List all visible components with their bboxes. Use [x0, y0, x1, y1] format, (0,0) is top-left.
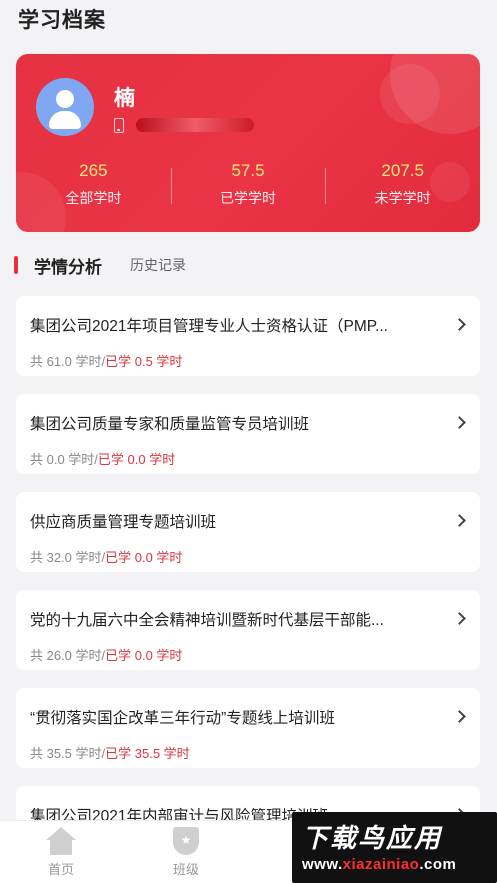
tab-class[interactable]: 班级 — [151, 827, 221, 878]
stat-value: 57.5 — [231, 161, 265, 180]
stat-label: 未学学时 — [374, 190, 431, 206]
course-hours: 共 61.0 学时/已学 0.5 学时 — [30, 351, 182, 370]
stat-value: 265 — [79, 161, 108, 180]
phone-icon — [114, 117, 124, 133]
avatar[interactable] — [36, 78, 94, 136]
chevron-right-icon — [453, 416, 466, 429]
tab-home[interactable]: 首页 — [26, 827, 96, 878]
course-title: 党的十九届六中全会精神培训暨新时代基层干部能... — [30, 612, 384, 629]
chevron-right-icon — [453, 612, 466, 625]
course-learned-hours: 已学 0.5 学时 — [105, 354, 183, 369]
tab-label: 首页 — [47, 862, 74, 877]
stat-unlearned-hours: 207.5 未学学时 — [325, 160, 480, 216]
page-title: 学习档案 — [18, 9, 106, 32]
watermark-title: 下载鸟应用 — [302, 823, 443, 853]
decor-bubble — [380, 64, 440, 124]
tab-label: 班级 — [172, 862, 199, 877]
course-hours: 共 0.0 学时/已学 0.0 学时 — [30, 449, 175, 468]
course-total-hours: 共 26.0 学时/ — [30, 648, 106, 663]
course-hours: 共 26.0 学时/已学 0.0 学时 — [30, 645, 182, 664]
section-header: 学情分析 历史记录 — [14, 252, 186, 278]
home-icon — [46, 827, 76, 855]
course-card[interactable]: 供应商质量管理专题培训班 共 32.0 学时/已学 0.0 学时 — [16, 492, 480, 572]
stat-total-hours: 265 全部学时 — [16, 160, 171, 216]
chevron-right-icon — [453, 514, 466, 527]
tab-study-analysis[interactable]: 学情分析 — [34, 253, 102, 278]
course-title: 供应商质量管理专题培训班 — [30, 514, 217, 531]
course-card[interactable]: “贯彻落实国企改革三年行动”专题线上培训班 共 35.5 学时/已学 35.5 … — [16, 688, 480, 768]
avatar-body-icon — [49, 111, 81, 129]
course-card[interactable]: 集团公司2021年项目管理专业人士资格认证（PMP... 共 61.0 学时/已… — [16, 296, 480, 376]
avatar-head-icon — [56, 90, 74, 108]
course-total-hours: 共 32.0 学时/ — [30, 550, 106, 565]
chevron-right-icon — [453, 318, 466, 331]
phone-number-masked — [136, 118, 254, 132]
shield-icon — [173, 827, 199, 855]
course-hours: 共 32.0 学时/已学 0.0 学时 — [30, 547, 182, 566]
course-learned-hours: 已学 0.0 学时 — [105, 648, 183, 663]
course-learned-hours: 已学 0.0 学时 — [97, 452, 176, 467]
course-hours: 共 35.5 学时/已学 35.5 学时 — [30, 743, 190, 762]
stat-label: 全部学时 — [65, 190, 122, 206]
stat-label: 已学学时 — [220, 190, 276, 206]
profile-card: 楠 265 全部学时 57.5 已学学时 207.5 未学学时 — [16, 54, 480, 232]
course-card[interactable]: 党的十九届六中全会精神培训暨新时代基层干部能... 共 26.0 学时/已学 0… — [16, 590, 480, 670]
course-title: 集团公司2021年项目管理专业人士资格认证（PMP... — [30, 318, 388, 335]
tab-history[interactable]: 历史记录 — [130, 255, 186, 275]
watermark-url: www.xiazainiao.com — [302, 856, 457, 873]
study-hours-stats: 265 全部学时 57.5 已学学时 207.5 未学学时 — [16, 160, 480, 216]
course-card[interactable]: 集团公司质量专家和质量监管专员培训班 共 0.0 学时/已学 0.0 学时 — [16, 394, 480, 474]
section-accent-bar — [14, 256, 18, 274]
stat-learned-hours: 57.5 已学学时 — [170, 160, 326, 216]
watermark-logo: 下载鸟应用 www.xiazainiao.com — [292, 812, 497, 883]
course-title: “贯彻落实国企改革三年行动”专题线上培训班 — [30, 710, 335, 727]
user-name: 楠 — [114, 87, 135, 110]
course-total-hours: 共 0.0 学时/ — [30, 452, 98, 467]
course-learned-hours: 已学 0.0 学时 — [105, 550, 183, 565]
chevron-right-icon — [453, 710, 466, 723]
stat-value: 207.5 — [381, 161, 424, 180]
course-total-hours: 共 61.0 学时/ — [30, 354, 106, 369]
course-learned-hours: 已学 35.5 学时 — [105, 746, 190, 761]
course-title: 集团公司质量专家和质量监管专员培训班 — [30, 416, 310, 433]
course-total-hours: 共 35.5 学时/ — [30, 746, 106, 761]
phone-row — [114, 116, 254, 134]
